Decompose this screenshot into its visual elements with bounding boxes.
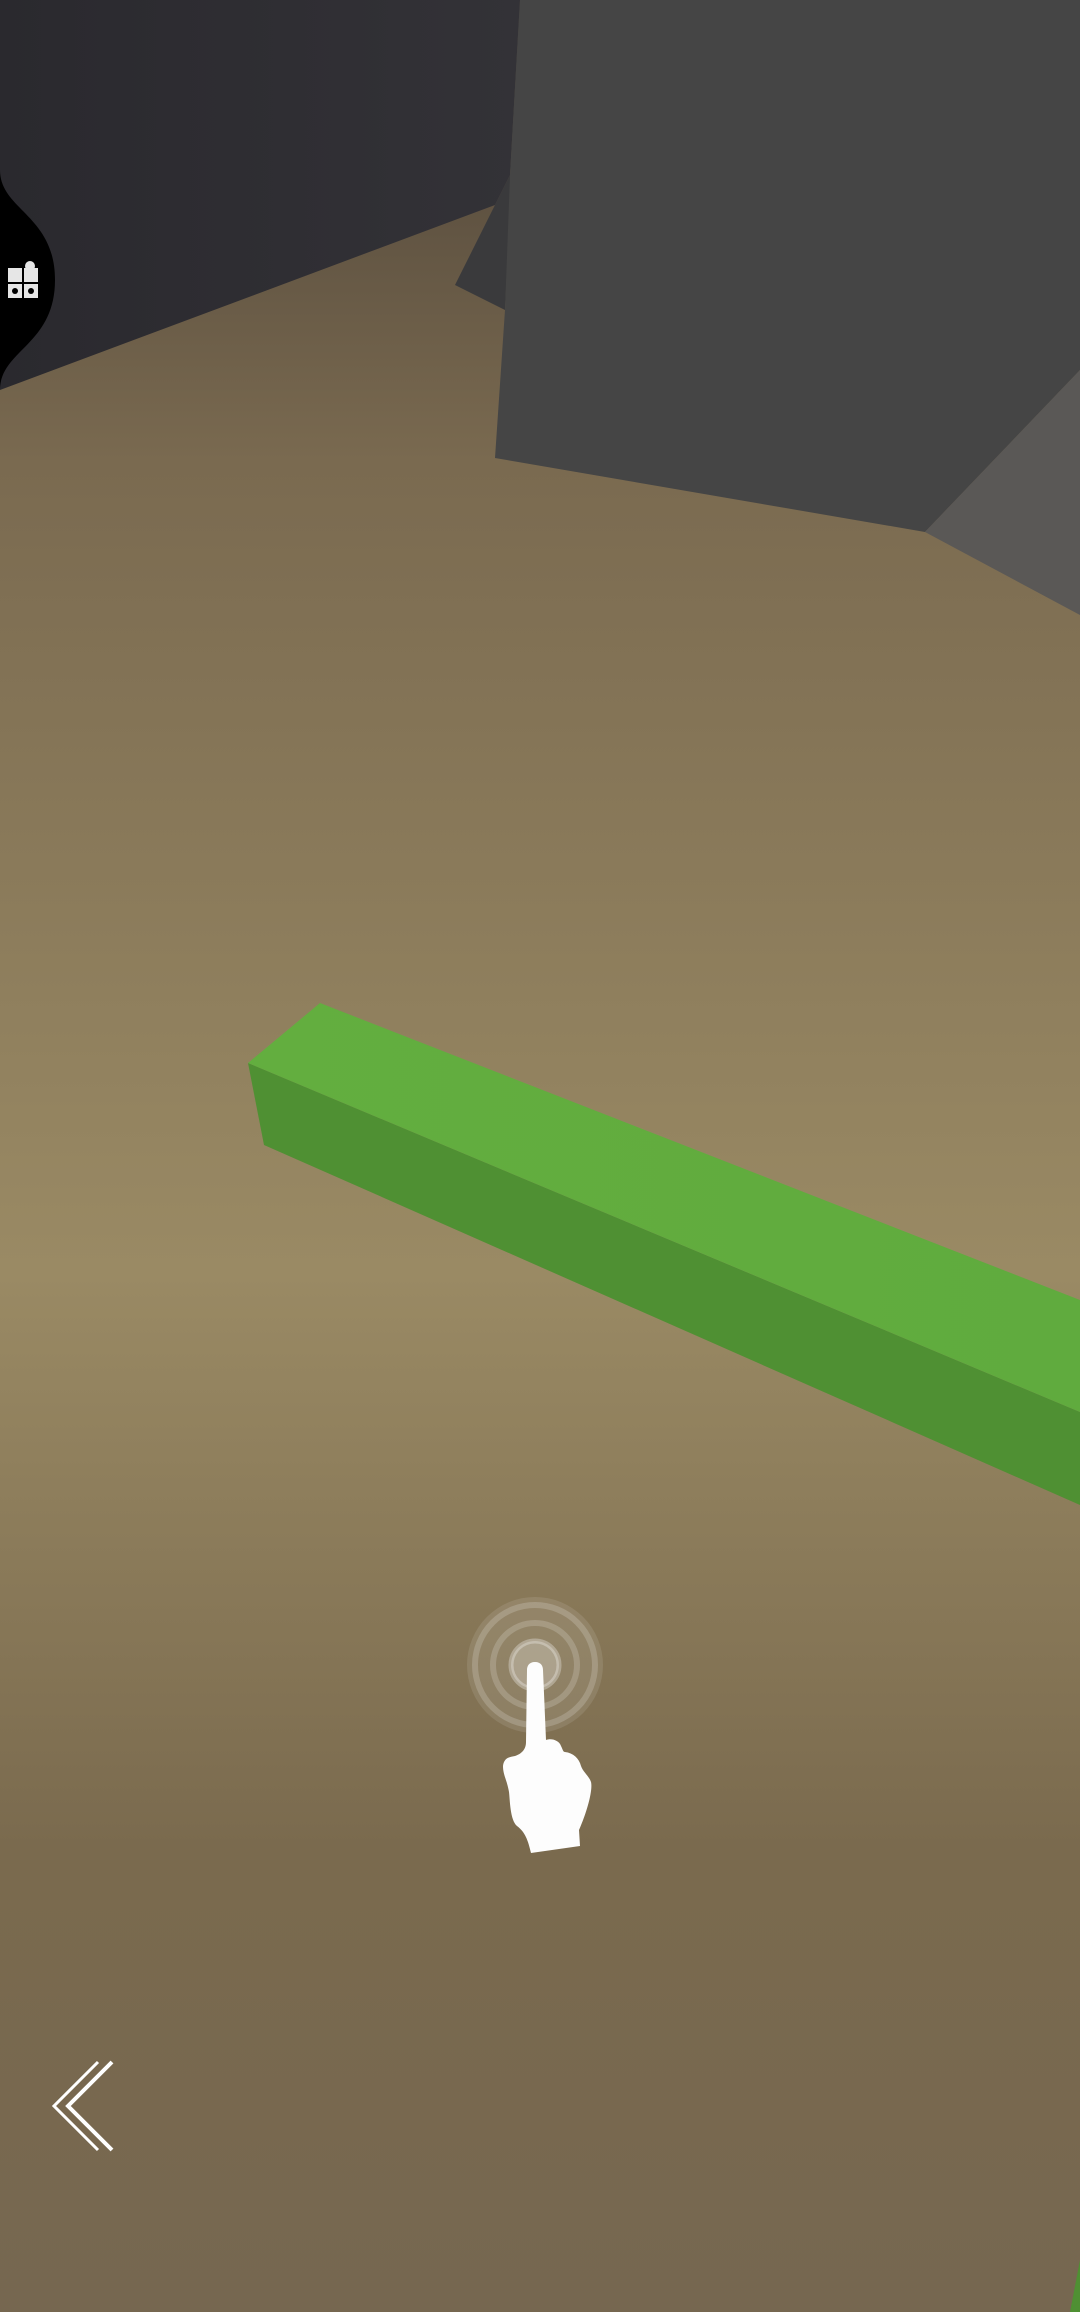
- game-3d-view[interactable]: [0, 0, 1080, 2312]
- back-button[interactable]: [40, 2050, 130, 2160]
- game-scene[interactable]: [0, 0, 1080, 2312]
- tap-hand-icon: [455, 1590, 625, 1900]
- side-menu-tab[interactable]: [0, 170, 60, 390]
- chevron-left-icon: [51, 2060, 114, 2152]
- stone-block-front: [495, 0, 1080, 532]
